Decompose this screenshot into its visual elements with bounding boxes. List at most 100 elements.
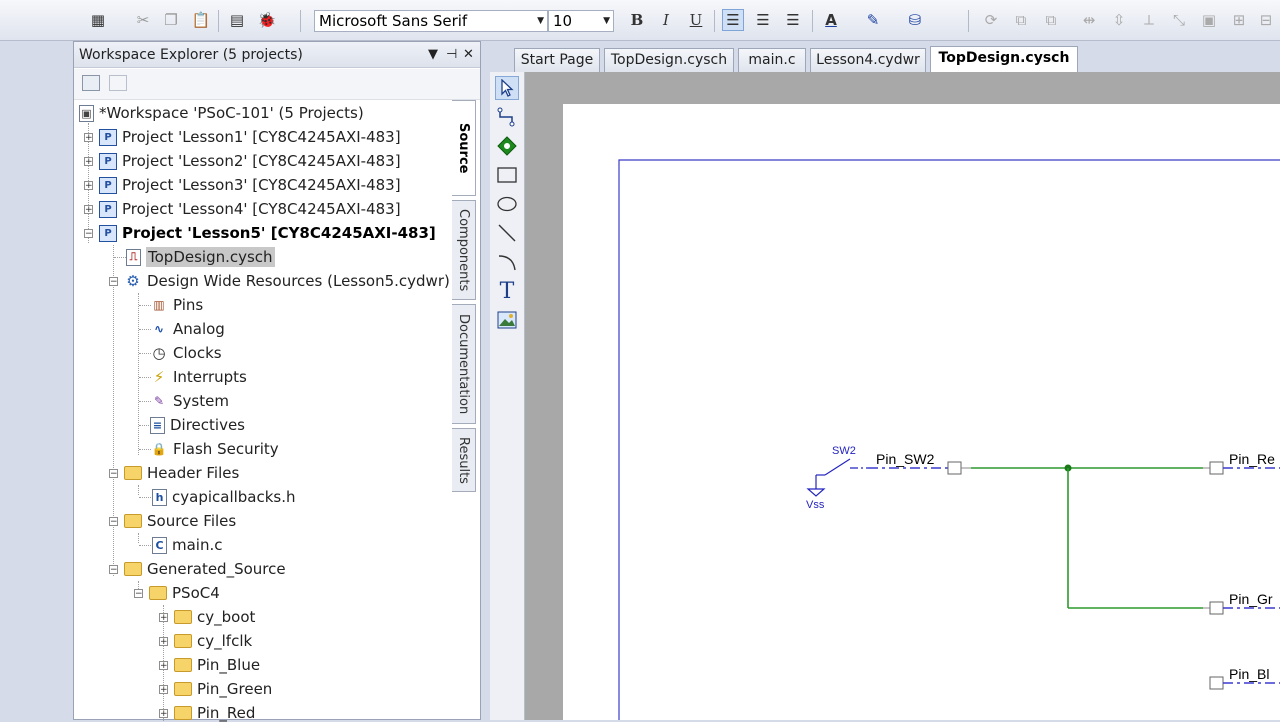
fill-color-icon[interactable]: ⛁ [904,9,926,31]
expand-icon[interactable]: + [84,133,93,143]
tree-project-lesson4[interactable]: P Project 'Lesson4' [CY8C4245AXI-483] [99,198,401,220]
send-back-icon[interactable]: ⧉ [1040,9,1062,31]
tree-dwr-interrupts[interactable]: ⚡ Interrupts [150,366,247,388]
tree-dwr-analog[interactable]: ∿ Analog [150,318,225,340]
flip-horizontal-icon[interactable]: ⇹ [1078,9,1100,31]
collapse-icon[interactable]: − [134,589,143,599]
underline-button[interactable]: U [685,9,707,31]
tree-dwr-pins[interactable]: ▥ Pins [150,294,203,316]
resize-icon[interactable]: ⤡ [1168,9,1190,31]
collapse-icon[interactable]: − [109,517,118,527]
tab-components[interactable]: Components [452,200,476,300]
rotate-icon[interactable]: ⟳ [980,9,1002,31]
tree-file-main-c[interactable]: C main.c [152,534,223,556]
build-icon[interactable]: ▤ [226,9,248,31]
text-icon[interactable]: T [495,279,519,304]
align-right-icon[interactable]: ☰ [782,9,804,31]
tree-folder-pin-red[interactable]: Pin_Red [174,702,255,722]
tree-generated-source[interactable]: Generated_Source [124,558,286,580]
collapse-icon[interactable]: − [109,565,118,575]
tree-dwr-system[interactable]: ✎ System [150,390,229,412]
tree-dwr-directives[interactable]: ≡ Directives [150,414,245,436]
cut-icon[interactable]: ✂ [132,9,154,31]
pin-blue-component [1209,676,1224,690]
tree-psoc4-folder[interactable]: PSoC4 [149,582,220,604]
bring-front-icon[interactable]: ⧉ [1010,9,1032,31]
dwr-icon: ⚙ [126,272,140,290]
rectangle-icon[interactable] [495,163,519,187]
header-file-icon: h [152,488,167,506]
tab-topdesign-lesson4[interactable]: TopDesign.cysch [604,48,734,72]
tree-dwr-flash-security[interactable]: 🔒 Flash Security [150,438,279,460]
wire-icon[interactable] [495,105,519,129]
component-catalog-icon[interactable]: ▦ [87,9,109,31]
distribute-icon[interactable]: ⊟ [1255,9,1277,31]
expand-icon[interactable]: + [159,661,168,671]
tree-folder-pin-green[interactable]: Pin_Green [174,678,272,700]
line-color-icon[interactable]: ✎ [862,9,884,31]
tab-source[interactable]: Source [452,100,476,196]
switch-blade [824,458,851,476]
expand-icon[interactable]: + [159,613,168,623]
component-icon[interactable] [495,134,519,158]
close-icon[interactable]: ✕ [463,42,474,68]
folder-icon [174,658,192,672]
select-icon[interactable] [495,76,519,100]
tree-topdesign[interactable]: ⎍ TopDesign.cysch [126,246,275,268]
italic-button[interactable]: I [655,9,677,31]
collapse-icon[interactable]: − [109,277,118,287]
expand-icon[interactable]: + [84,205,93,215]
paste-icon[interactable]: 📋 [190,9,212,31]
schematic-drawing[interactable]: Vss SW2 Pin_SW2 Pin_Re Pin_Gr Pin_Bl [563,104,1280,720]
tree-file-cyapicallbacks[interactable]: h cyapicallbacks.h [152,486,296,508]
expand-icon[interactable]: + [84,181,93,191]
tree-design-wide-resources[interactable]: ⚙ Design Wide Resources (Lesson5.cydwr) [124,270,450,292]
expand-icon[interactable]: + [159,709,168,719]
pin-icon[interactable]: ⊣ [446,42,457,68]
font-name-combo[interactable]: Microsoft Sans Serif ▼ [314,10,548,32]
tree-source-files[interactable]: Source Files [124,510,236,532]
tab-start-page[interactable]: Start Page [514,48,600,72]
ellipse-icon[interactable] [495,192,519,216]
directives-icon: ≡ [150,416,165,434]
collapse-icon[interactable]: − [109,469,118,479]
tree-project-lesson1[interactable]: P Project 'Lesson1' [CY8C4245AXI-483] [99,126,401,148]
expand-icon[interactable]: + [159,637,168,647]
font-size-combo[interactable]: 10 ▼ [548,10,614,32]
panel-menu-chevron-icon[interactable]: ▼ [428,42,438,68]
tree-header-files[interactable]: Header Files [124,462,239,484]
expand-icon[interactable]: + [84,157,93,167]
debug-icon[interactable]: 🐞 [256,9,278,31]
copy-icon[interactable]: ❐ [160,9,182,31]
tree-folder-cy-boot[interactable]: cy_boot [174,606,255,628]
tree-label: System [173,392,229,410]
arc-icon[interactable] [495,250,519,274]
tab-documentation[interactable]: Documentation [452,304,476,424]
image-icon[interactable] [495,308,519,332]
tree-project-lesson2[interactable]: P Project 'Lesson2' [CY8C4245AXI-483] [99,150,401,172]
flip-vertical-icon[interactable]: ⇳ [1108,9,1130,31]
expand-icon[interactable]: + [159,685,168,695]
collapse-icon[interactable]: − [84,229,93,239]
group-icon[interactable]: ▣ [1198,9,1220,31]
collapse-all-icon[interactable] [82,75,100,91]
tab-topdesign-active[interactable]: TopDesign.cysch [930,46,1078,73]
line-icon[interactable] [495,221,519,245]
tree-folder-pin-blue[interactable]: Pin_Blue [174,654,260,676]
show-files-icon[interactable] [109,75,127,91]
tab-results[interactable]: Results [452,428,476,492]
font-color-button[interactable]: A [820,9,842,31]
mirror-icon[interactable]: ⟂ [1138,9,1160,31]
tree-project-lesson5[interactable]: P Project 'Lesson5' [CY8C4245AXI-483] [99,222,436,244]
tree-workspace[interactable]: ▣ *Workspace 'PSoC-101' (5 Projects) [79,102,364,124]
bold-button[interactable]: B [626,9,648,31]
tree-project-lesson3[interactable]: P Project 'Lesson3' [CY8C4245AXI-483] [99,174,401,196]
align-objects-icon[interactable]: ⊞ [1228,9,1250,31]
align-center-icon[interactable]: ☰ [752,9,774,31]
tab-lesson4-cydwr[interactable]: Lesson4.cydwr [810,48,926,72]
tab-main-c[interactable]: main.c [738,48,806,72]
workspace-tree: ▣ *Workspace 'PSoC-101' (5 Projects) + P… [74,102,452,722]
tree-folder-cy-lfclk[interactable]: cy_lfclk [174,630,252,652]
align-left-icon[interactable]: ☰ [722,9,744,31]
tree-dwr-clocks[interactable]: ◷ Clocks [150,342,221,364]
